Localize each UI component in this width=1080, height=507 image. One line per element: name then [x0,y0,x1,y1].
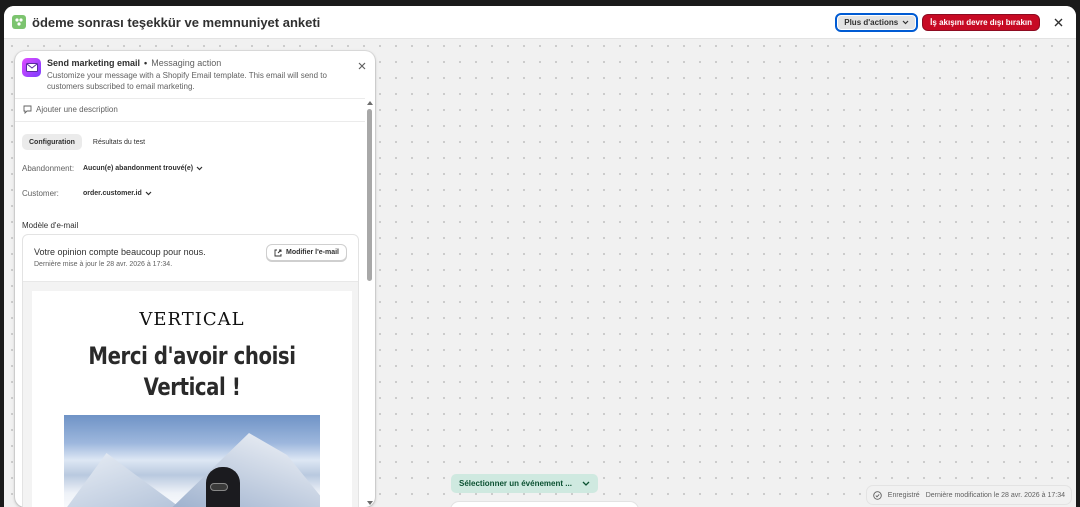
email-template-card: Votre opinion compte beaucoup pour nous.… [22,234,359,507]
divider [15,121,365,122]
element-1 [64,453,204,507]
email-preview-area: VERTICAL Merci d'avoir choisi Vertical ! [23,281,358,507]
chevron-down-icon [145,191,152,196]
panel-tabs: Configuration Résultats du test [22,134,152,150]
customer-value: order.customer.id [83,190,142,197]
edit-email-button[interactable]: Modifier l'e-mail [265,244,347,261]
abandonment-value: Aucun(e) abandonment trouvé(e) [83,165,194,172]
comment-icon [23,105,32,114]
panel-scrollbar[interactable] [367,101,373,505]
tab-configuration[interactable]: Configuration [22,134,82,150]
panel-header: Send marketing email • Messaging action … [15,51,375,99]
save-status-bar: Enregistré Dernière modification le 28 a… [866,486,1071,504]
add-description-link[interactable]: Ajouter une description [23,105,118,114]
more-actions-button[interactable]: Plus d'actions [835,12,919,32]
check-circle-icon [873,490,882,500]
panel-subtitle: Messaging action [151,58,222,68]
email-updated-timestamp: Dernière mise à jour le 28 avr. 2026 à 1… [34,261,173,268]
select-event-dropdown[interactable]: Sélectionner un événement ... [451,474,598,493]
disable-workflow-button[interactable]: İş akışını devre dışı bırakın [922,13,1040,31]
tab-test-results[interactable]: Résultats du test [86,134,152,150]
customer-select[interactable]: order.customer.id [83,190,152,197]
panel-title: Send marketing email [47,58,141,68]
brand-logo: VERTICAL [139,309,245,330]
customer-field: Customer: order.customer.id [22,189,152,198]
email-template-section-label: Modèle d'e-mail [22,221,79,230]
saved-label: Enregistré [887,491,920,499]
email-hero-image [64,415,320,507]
chevron-down-icon [902,20,909,24]
action-config-panel: Send marketing email • Messaging action … [15,51,375,507]
close-icon[interactable] [1048,12,1068,32]
add-description-label: Ajouter une description [36,105,118,114]
edit-email-label: Modifier l'e-mail [285,249,339,256]
title-separator-dot: • [144,58,148,68]
abandonment-select[interactable]: Aucun(e) abandonment trouvé(e) [83,165,203,172]
email-preview: VERTICAL Merci d'avoir choisi Vertical ! [32,291,352,507]
select-event-label: Sélectionner un événement ... [459,479,572,488]
more-actions-label: Plus d'actions [844,17,899,27]
top-actions: Plus d'actions İş akışını devre dışı bır… [835,12,1068,32]
divider [15,98,365,99]
panel-description: Customize your message with a Shopify Em… [47,71,327,91]
scroll-thumb[interactable] [367,109,372,281]
customer-label: Customer: [22,189,59,198]
element-4 [210,483,228,491]
abandonment-field: Abandonment: Aucun(e) abandonment trouvé… [22,164,203,173]
panel-title-row: Send marketing email • Messaging action [47,58,221,68]
top-bar: ödeme sonrası teşekkür ve memnuniyet ank… [4,6,1076,39]
scroll-down-icon[interactable] [367,501,373,505]
panel-close-icon[interactable] [355,59,369,73]
external-link-icon [274,249,282,256]
email-headline-line-2: Vertical ! [143,373,241,401]
email-headline-line-1: Merci d'avoir choisi [88,342,296,370]
email-headline: Merci d'avoir choisi Vertical ! [61,341,323,403]
scroll-up-icon[interactable] [367,101,373,105]
email-subject: Votre opinion compte beaucoup pour nous. [34,247,206,257]
email-icon [22,58,41,77]
flow-app-icon [12,15,26,29]
chevron-down-icon [196,166,203,171]
page-title: ödeme sonrası teşekkür ve memnuniyet ank… [32,14,321,30]
last-modified-text: Dernière modification le 28 avr. 2026 à … [925,491,1065,499]
workflow-editor-window: ödeme sonrası teşekkür ve memnuniyet ank… [4,6,1076,507]
chevron-down-icon [582,481,590,486]
workflow-step-card[interactable] [451,502,638,507]
abandonment-label: Abandonment: [22,164,75,173]
